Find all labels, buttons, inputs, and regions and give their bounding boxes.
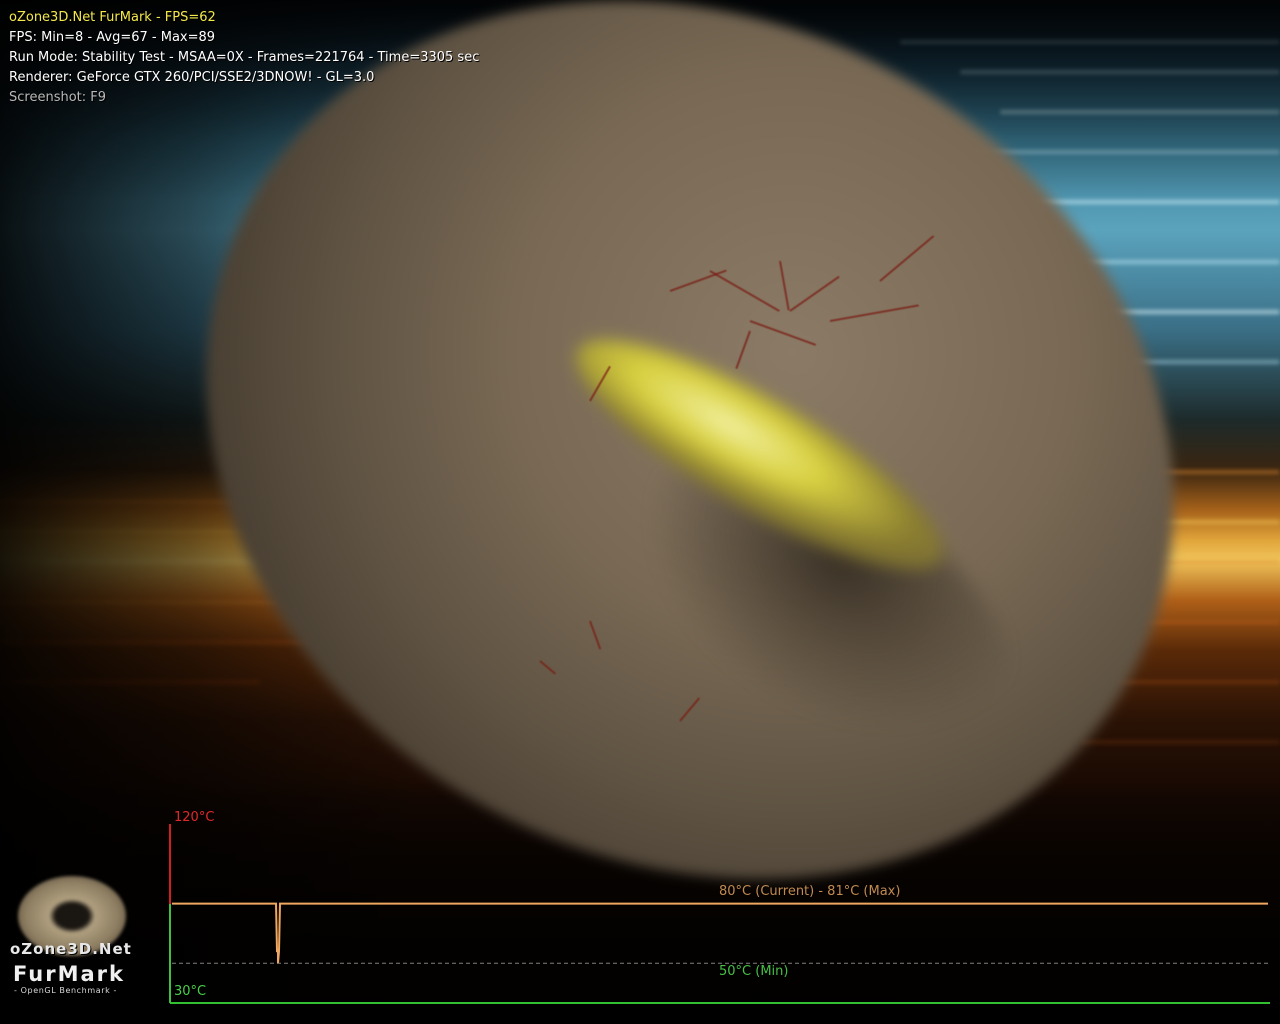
hud-fps-stats: FPS: Min=8 - Avg=67 - Max=89 bbox=[9, 30, 216, 45]
graph-scale-min-label: 30°C bbox=[174, 984, 207, 999]
hud-screenshot-hint: Screenshot: F9 bbox=[9, 90, 107, 105]
graph-current-temp-label: 80°C (Current) - 81°C (Max) bbox=[719, 884, 901, 899]
hud-renderer: Renderer: GeForce GTX 260/PCI/SSE2/3DNOW… bbox=[9, 70, 375, 85]
temperature-graph: 120°C 80°C (Current) - 81°C (Max) 50°C (… bbox=[168, 810, 1273, 1010]
hud-title: oZone3D.Net FurMark - FPS=62 bbox=[9, 10, 216, 25]
graph-scale-max-label: 120°C bbox=[174, 810, 215, 825]
furmark-render-window: oZone3D.Net FurMark - FPS=62 FPS: Min=8 … bbox=[0, 0, 1280, 1024]
furmark-logo: oZone3D.Net FurMark - OpenGL Benchmark - bbox=[8, 870, 138, 1000]
fur-torus bbox=[51, 0, 1280, 1024]
logo-app-name: FurMark bbox=[13, 962, 125, 986]
logo-site-name: oZone3D.Net bbox=[10, 940, 132, 958]
graph-temperature-trace bbox=[172, 902, 1268, 964]
logo-tagline: - OpenGL Benchmark - bbox=[14, 986, 117, 995]
graph-min-temp-label: 50°C (Min) bbox=[719, 964, 789, 979]
hud-run-mode: Run Mode: Stability Test - MSAA=0X - Fra… bbox=[9, 50, 480, 65]
temperature-graph-canvas bbox=[169, 824, 1270, 1004]
